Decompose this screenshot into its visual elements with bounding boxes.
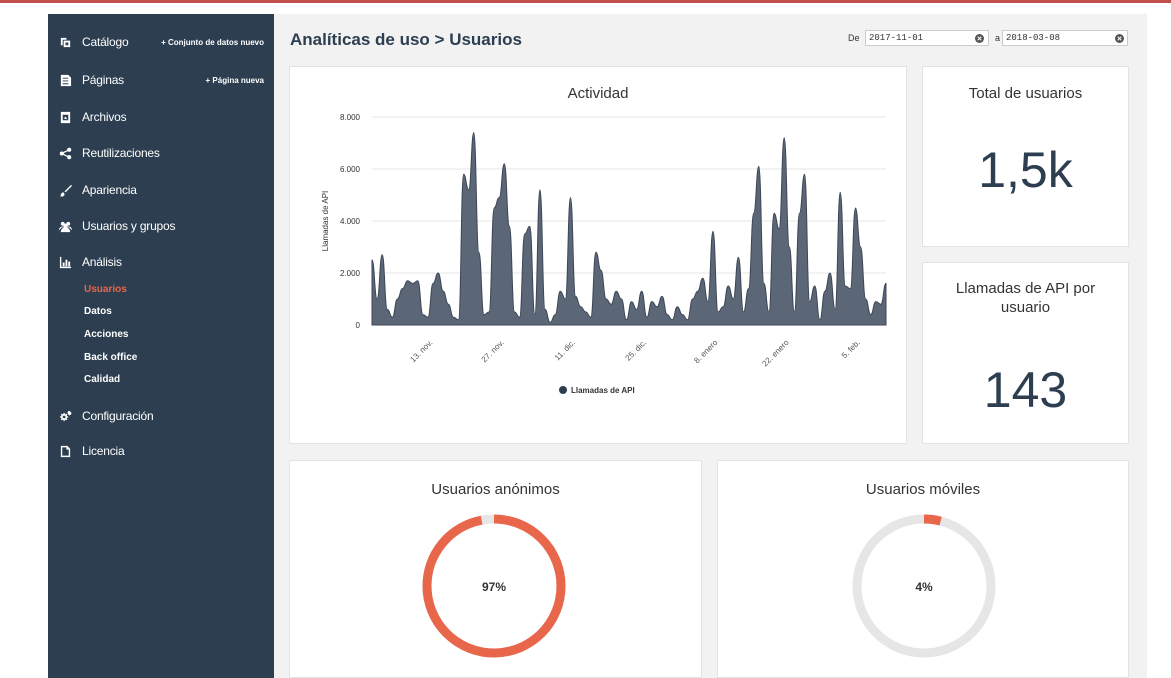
y-axis-label: Llamadas de API [321,191,330,251]
sidebar-item-configuration[interactable]: Configuración [48,404,274,428]
gears-icon [58,409,72,423]
sidebar-item-label: Archivos [82,110,127,124]
sidebar-item-label: Apariencia [82,183,137,197]
sidebar-item-label: Reutilizaciones [82,146,160,160]
mobile-users-title: Usuarios móviles [865,481,981,498]
sidebar-item-users-groups[interactable]: Usuarios y grupos [48,214,274,238]
date-from-input[interactable] [865,30,989,46]
sidebar-item-analysis[interactable]: Análisis [48,250,274,274]
file-icon [58,110,72,124]
sidebar: Catálogo + Conjunto de datos nuevo Págin… [48,14,274,678]
date-from-label: De [848,33,860,43]
api-per-user-card: Llamadas de API por usuario 143 [922,262,1129,444]
page-title: Analíticas de uso > Usuarios [290,30,522,49]
sidebar-item-appearance[interactable]: Apariencia [48,178,274,202]
new-dataset-link[interactable]: + Conjunto de datos nuevo [161,38,264,47]
anonymous-users-title: Usuarios anónimos [431,481,560,498]
y-tick-label: 8.000 [340,113,361,122]
x-tick-label: 8. enero [692,338,720,366]
new-page-link[interactable]: + Página nueva [206,76,264,85]
sidebar-item-label: Catálogo [82,35,129,49]
share-icon [58,146,72,160]
api-per-user-value: 143 [983,362,1068,418]
sidebar-item-label: Análisis [82,255,122,269]
sidebar-item-files[interactable]: Archivos [48,105,274,129]
x-tick-label: 11. dic. [553,338,577,362]
api-per-user-title: Llamadas de API por usuario [955,280,1096,316]
x-tick-label: 5. feb. [840,338,862,360]
top-accent-line [0,0,1171,3]
page-icon [58,73,72,87]
sidebar-item-label: Usuarios y grupos [82,219,176,233]
date-to-label: a [995,33,1001,43]
sidebar-item-label: Páginas [82,73,124,87]
chart-icon [58,255,72,269]
sidebar-item-label: Configuración [82,409,154,423]
x-tick-label: 27. nov. [480,338,506,364]
brush-icon [58,183,72,197]
mobile-users-card: Usuarios móviles 4% [717,460,1129,678]
x-tick-label: 22. enero [760,338,791,369]
sidebar-subitem-quality[interactable]: Calidad [84,374,120,385]
catalog-icon [58,35,72,49]
anonymous-users-percent: 97% [482,580,506,594]
legend-label: Llamadas de API [571,386,635,395]
legend-marker [559,386,567,394]
sidebar-subitem-back-office[interactable]: Back office [84,352,137,363]
clear-to-date-icon[interactable] [1115,34,1124,43]
x-tick-label: 13. nov. [408,338,434,364]
sidebar-item-reuses[interactable]: Reutilizaciones [48,141,274,165]
users-icon [58,219,72,233]
sidebar-item-license[interactable]: Licencia [48,439,274,463]
anonymous-users-card: Usuarios anónimos 97% [289,460,702,678]
activity-chart: 0 2.000 4.000 6.000 8.000 Llamadas de API 13. … [321,113,887,395]
anonymous-users-ring: 97% [422,514,566,658]
sidebar-item-catalog[interactable]: Catálogo + Conjunto de datos nuevo [48,30,274,54]
document-icon [58,444,72,458]
sidebar-subitem-actions[interactable]: Acciones [84,329,128,340]
y-tick-label: 6.000 [340,165,361,174]
main-content: Analíticas de uso > Usuarios De a Activi… [274,14,1147,678]
clear-from-date-icon[interactable] [975,34,984,43]
y-tick-label: 4.000 [340,217,361,226]
date-to-input[interactable] [1002,30,1128,46]
x-tick-label: 25. dic. [624,338,649,363]
mobile-users-ring: 4% [852,514,996,658]
total-users-card: Total de usuarios 1,5k [922,66,1129,247]
sidebar-subitem-users[interactable]: Usuarios [84,284,127,295]
sidebar-subitem-data[interactable]: Datos [84,306,112,317]
sidebar-item-pages[interactable]: Páginas + Página nueva [48,68,274,92]
activity-card: Actividad 0 2.000 4.000 6.000 8.000 Llamadas … [289,66,907,444]
mobile-users-percent: 4% [915,580,933,594]
api-calls-area [371,132,887,326]
sidebar-item-label: Licencia [82,444,125,458]
total-users-title: Total de usuarios [968,85,1083,102]
y-tick-label: 0 [356,321,361,330]
total-users-value: 1,5k [978,142,1073,198]
y-tick-label: 2.000 [340,269,361,278]
